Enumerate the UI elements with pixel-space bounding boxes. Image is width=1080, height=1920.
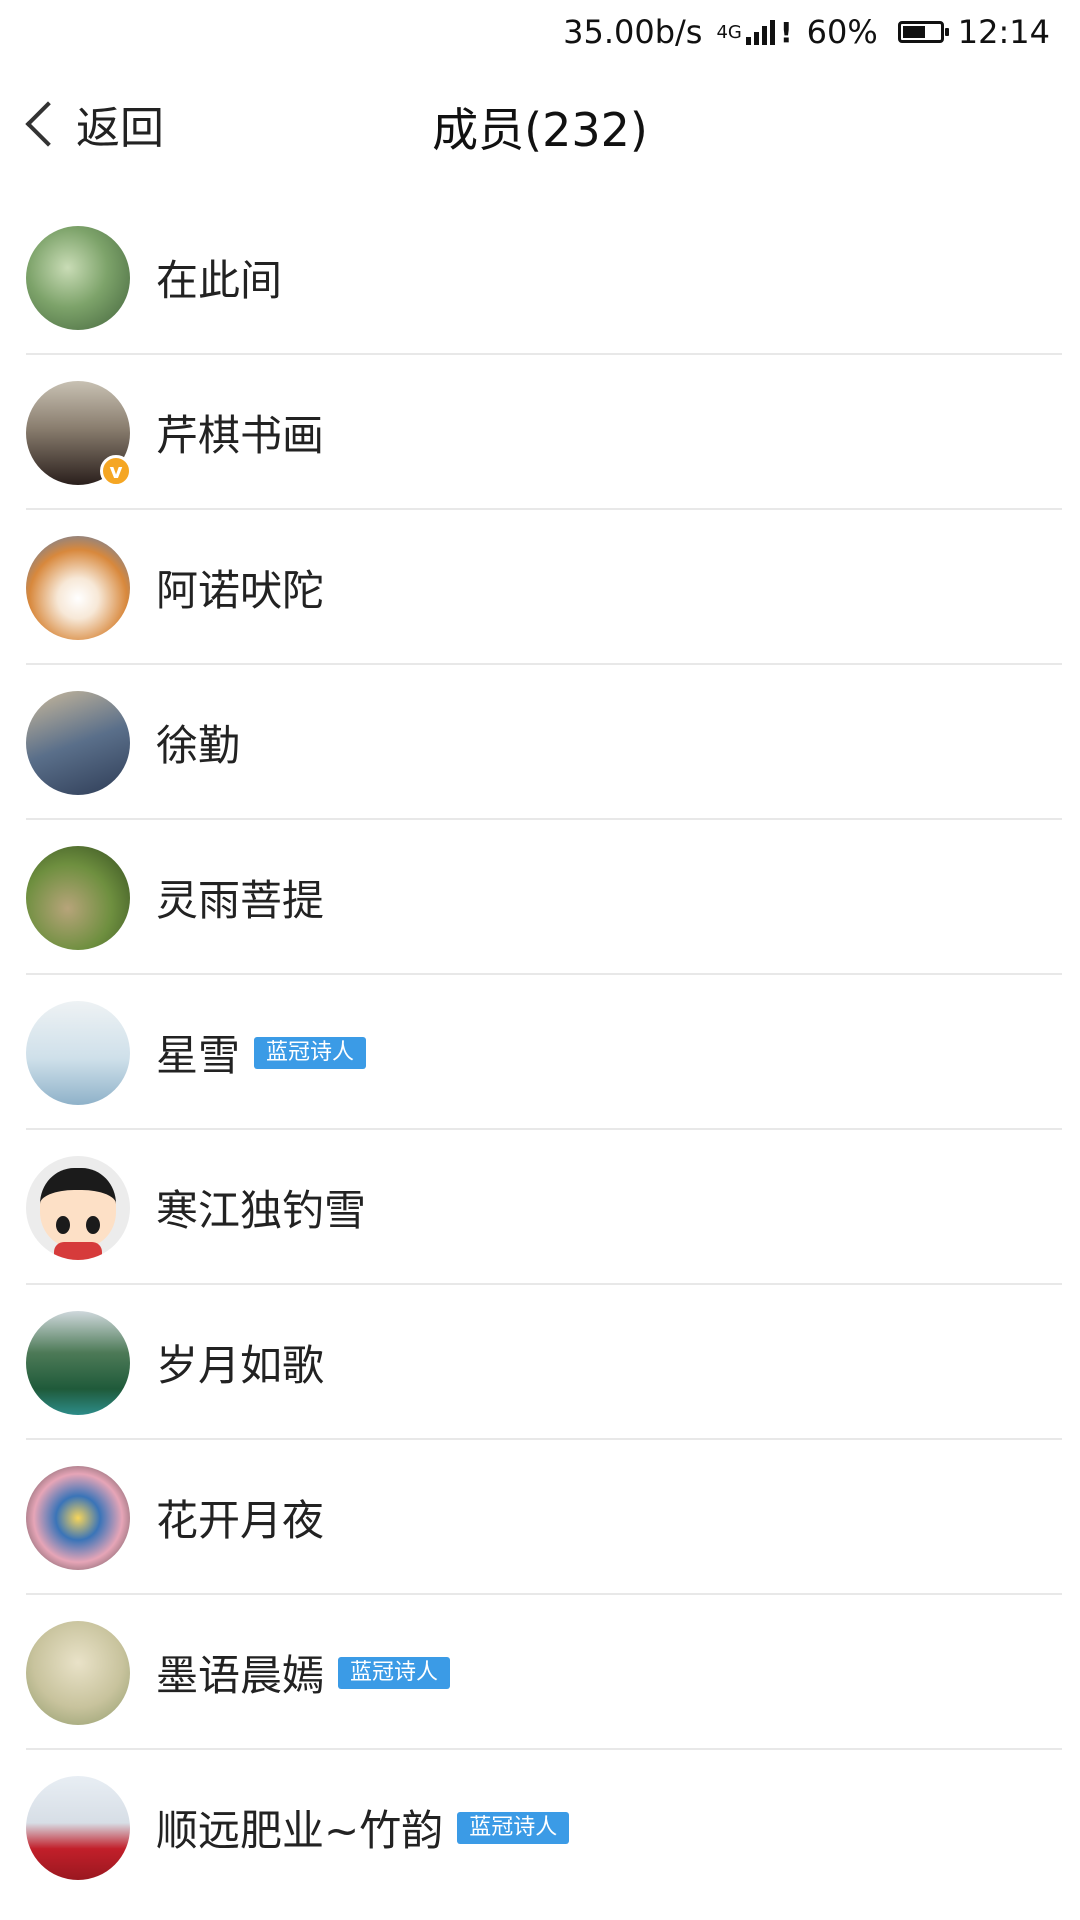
avatar[interactable] (26, 1155, 130, 1260)
member-name: 墨语晨嫣 (156, 1651, 325, 1700)
battery-icon (897, 21, 949, 43)
avatar[interactable] (26, 1775, 130, 1880)
status-bar: 35.00b/s 4G ! 60% 12:14 (0, 0, 1080, 64)
member-badge: 蓝冠诗人 (254, 1036, 367, 1069)
battery-percent: 60% (806, 13, 878, 51)
battery-fill (902, 26, 925, 38)
avatar[interactable] (26, 690, 130, 795)
avatar[interactable] (26, 535, 130, 640)
verified-icon: v (100, 454, 132, 487)
member-name: 寒江独钓雪 (156, 1186, 367, 1235)
avatar[interactable] (26, 1000, 130, 1105)
member-row[interactable]: 花开月夜 (0, 1440, 1080, 1595)
member-badge: 蓝冠诗人 (457, 1811, 570, 1844)
nav-bar: 返回 成员(232) (0, 64, 1080, 184)
avatar[interactable] (26, 1310, 130, 1415)
member-name: 在此间 (156, 256, 283, 305)
avatar[interactable] (26, 845, 130, 950)
member-list: 在此间 v 芹棋书画 阿诺吠陀 徐勤 灵雨菩提 星雪 蓝冠诗人 寒江独钓雪 岁月… (0, 200, 1080, 1905)
member-name: 花开月夜 (156, 1496, 325, 1545)
avatar[interactable] (26, 1620, 130, 1725)
member-row[interactable]: 岁月如歌 (0, 1285, 1080, 1440)
avatar[interactable]: v (26, 380, 132, 487)
member-name: 星雪 (156, 1031, 241, 1080)
member-name: 顺远肥业~竹韵 (156, 1806, 444, 1855)
network-type: 4G (716, 21, 742, 43)
member-row[interactable]: v 芹棋书画 (0, 355, 1080, 510)
member-badge: 蓝冠诗人 (338, 1656, 451, 1689)
member-row[interactable]: 灵雨菩提 (0, 820, 1080, 975)
member-name: 徐勤 (156, 721, 241, 770)
member-row[interactable]: 阿诺吠陀 (0, 510, 1080, 665)
clock: 12:14 (957, 13, 1050, 51)
battery-indicator (892, 21, 949, 43)
member-row[interactable]: 墨语晨嫣 蓝冠诗人 (0, 1595, 1080, 1750)
cartoon-face-icon (40, 1167, 116, 1248)
signal-alert-icon: ! (779, 15, 793, 49)
member-row[interactable]: 徐勤 (0, 665, 1080, 820)
member-row[interactable]: 在此间 (0, 200, 1080, 355)
member-row[interactable]: 星雪 蓝冠诗人 (0, 975, 1080, 1130)
signal-indicator: 4G ! (716, 16, 792, 49)
member-name: 芹棋书画 (156, 411, 325, 460)
avatar[interactable] (26, 1465, 130, 1570)
avatar[interactable] (26, 225, 130, 330)
member-name: 灵雨菩提 (156, 876, 325, 925)
page-title: 成员(232) (432, 103, 648, 157)
network-speed: 35.00b/s (563, 13, 703, 51)
signal-icon (745, 19, 778, 45)
member-name: 阿诺吠陀 (156, 566, 325, 615)
member-name: 岁月如歌 (156, 1341, 325, 1390)
member-row[interactable]: 顺远肥业~竹韵 蓝冠诗人 (0, 1750, 1080, 1905)
member-row[interactable]: 寒江独钓雪 (0, 1130, 1080, 1285)
